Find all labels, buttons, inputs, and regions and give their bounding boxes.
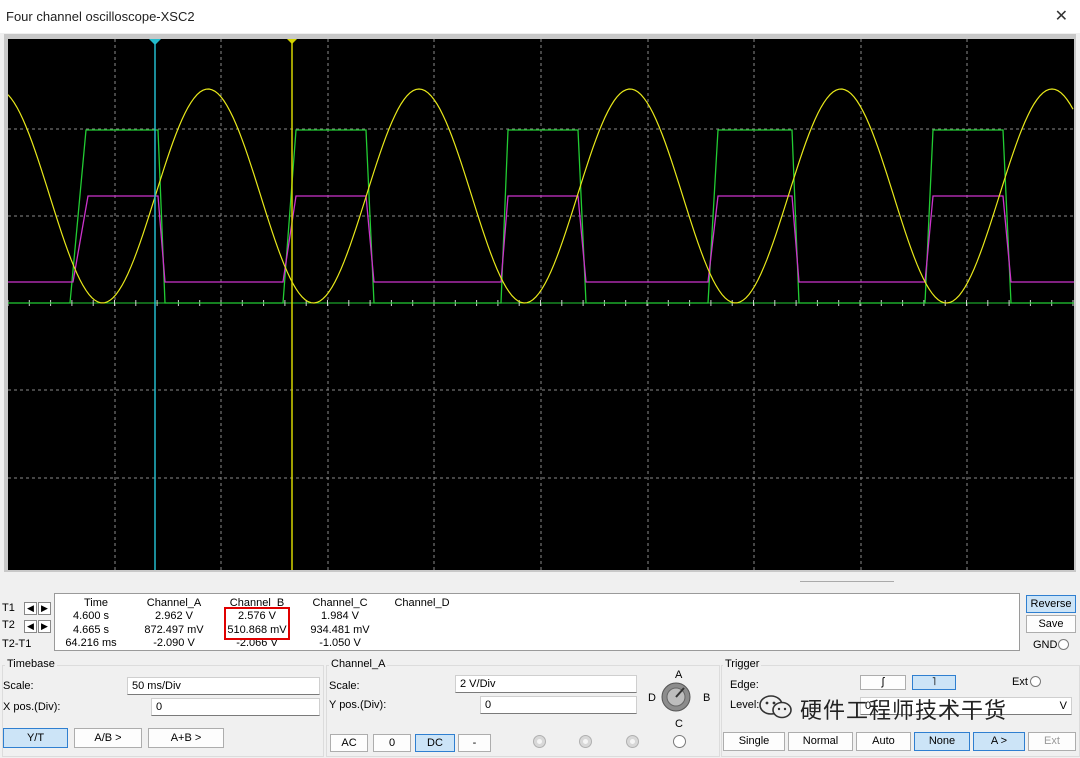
reverse-button[interactable]: Reverse [1026,595,1076,613]
t2-t1-time: 64.216 ms [65,637,117,649]
row-label-t2-t1: T2-T1 [2,638,32,650]
mode-yt-button[interactable]: Y/T [3,728,68,748]
trigger-source-ext-button: Ext [1028,732,1076,751]
t2-left-arrow-icon[interactable]: ◀ [24,620,37,633]
trigger-title: Trigger [723,658,762,670]
disabled-radio-2 [579,735,592,748]
timebase-xpos-field[interactable]: 0 [151,698,320,716]
channel-title: Channel_A [329,658,388,670]
coupling-zero-button[interactable]: 0 [373,734,411,752]
level-unit: V [1059,700,1067,712]
disabled-radio-3 [626,735,639,748]
t2-time: 4.665 s [72,624,110,636]
gnd-label: GND [1033,639,1058,651]
ext-label: Ext [1012,676,1028,688]
coupling-ac-button[interactable]: AC [330,734,368,752]
cursor-t2-marker [287,39,297,44]
ext-radio[interactable] [1030,676,1041,687]
measurement-readout: Time Channel_A Channel_B Channel_C Chann… [54,593,1020,651]
knob-label-a: A [675,669,683,681]
channel-scale-label: Scale: [329,680,360,692]
t2-t1-channel-a: -2.090 V [153,637,195,649]
knob-label-c: C [675,718,683,730]
timebase-xpos-label: X pos.(Div): [3,701,61,713]
t2-channel-a: 872.497 mV [144,624,204,636]
timebase-scale-field[interactable]: 50 ms/Div [127,677,320,695]
t1-time: 4.600 s [72,610,110,622]
header-time: Time [83,597,109,609]
timebase-title: Timebase [5,658,57,670]
panel-splitter[interactable] [800,581,894,582]
wechat-icon [759,695,792,719]
row-label-t2: T2 [2,619,15,631]
mode-ab-button[interactable]: A/B > [74,728,142,748]
title-bar: Four channel oscilloscope-XSC2 ✕ [0,0,1080,33]
highlight-box [224,607,290,640]
watermark-text: 硬件工程师技术干货 [800,698,1008,723]
edge-falling-button[interactable]: ˥ [912,675,956,690]
knob-label-b: B [703,692,711,704]
knob-label-d: D [648,692,656,704]
t1-channel-c: 1.984 V [321,610,359,622]
trigger-source-a-button[interactable]: A > [973,732,1025,751]
trigger-normal-button[interactable]: Normal [788,732,853,751]
t2-channel-c: 934.481 mV [310,624,370,636]
channel-radio[interactable] [673,735,686,748]
gnd-radio[interactable] [1058,639,1069,650]
trigger-auto-button[interactable]: Auto [856,732,911,751]
disabled-radio-1 [533,735,546,748]
t1-left-arrow-icon[interactable]: ◀ [24,602,37,615]
channel-ypos-field[interactable]: 0 [480,696,637,714]
save-button[interactable]: Save [1026,615,1076,633]
coupling-dc-button[interactable]: DC [415,734,455,752]
coupling-minus-button[interactable]: - [458,734,491,752]
trigger-single-button[interactable]: Single [723,732,785,751]
header-channel-c: Channel_C [312,597,368,609]
header-channel-d: Channel_D [394,597,450,609]
mode-a-plus-b-button[interactable]: A+B > [148,728,224,748]
edge-rising-button[interactable]: ʃ [860,675,906,690]
t1-channel-a: 2.962 V [155,610,193,622]
waveform-display [7,39,1074,570]
channel-ypos-label: Y pos.(Div): [329,699,387,711]
scope-screen[interactable] [7,39,1074,570]
timebase-scale-label: Scale: [3,680,34,692]
window-title: Four channel oscilloscope-XSC2 [6,9,195,24]
channel-scale-field[interactable]: 2 V/Div [455,675,637,693]
channel-selector-knob-icon[interactable] [660,681,692,713]
cursor-t1-marker [149,39,161,45]
trigger-none-button[interactable]: None [914,732,970,751]
row-label-t1: T1 [2,602,15,614]
edge-label: Edge: [730,679,759,691]
level-label: Level: [730,699,760,711]
close-icon[interactable]: ✕ [1055,6,1068,26]
t2-t1-channel-c: -1.050 V [319,637,361,649]
header-channel-a: Channel_A [146,597,202,609]
